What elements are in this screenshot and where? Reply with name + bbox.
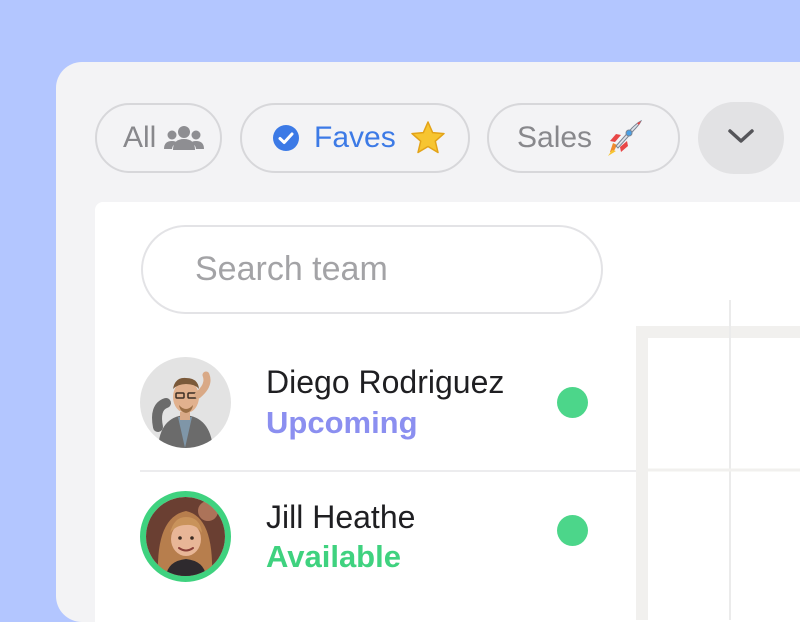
avatar <box>140 491 231 582</box>
member-name: Jill Heathe <box>266 499 416 535</box>
filter-chip-all-label: All <box>123 121 157 154</box>
member-status: Available <box>266 539 401 574</box>
avatar <box>140 357 231 448</box>
rocket-icon <box>604 118 644 158</box>
member-name: Diego Rodriguez <box>266 364 505 400</box>
member-status: Upcoming <box>266 405 418 440</box>
filter-chip-faves-label: Faves <box>314 121 396 154</box>
status-indicator <box>557 515 588 546</box>
row-divider <box>140 470 636 472</box>
more-filters-button[interactable] <box>698 102 784 174</box>
calendar-grid <box>636 300 800 620</box>
chevron-down-icon <box>727 127 755 150</box>
check-circle-icon <box>272 124 300 152</box>
filter-chip-all[interactable]: All <box>95 103 222 173</box>
filter-chip-faves[interactable]: Faves <box>240 103 470 173</box>
filter-chip-sales[interactable]: Sales <box>487 103 680 173</box>
group-icon <box>164 125 205 151</box>
search-input[interactable] <box>141 225 603 314</box>
filter-chip-sales-label: Sales <box>517 121 593 154</box>
status-indicator <box>557 387 588 418</box>
star-icon <box>410 120 446 156</box>
